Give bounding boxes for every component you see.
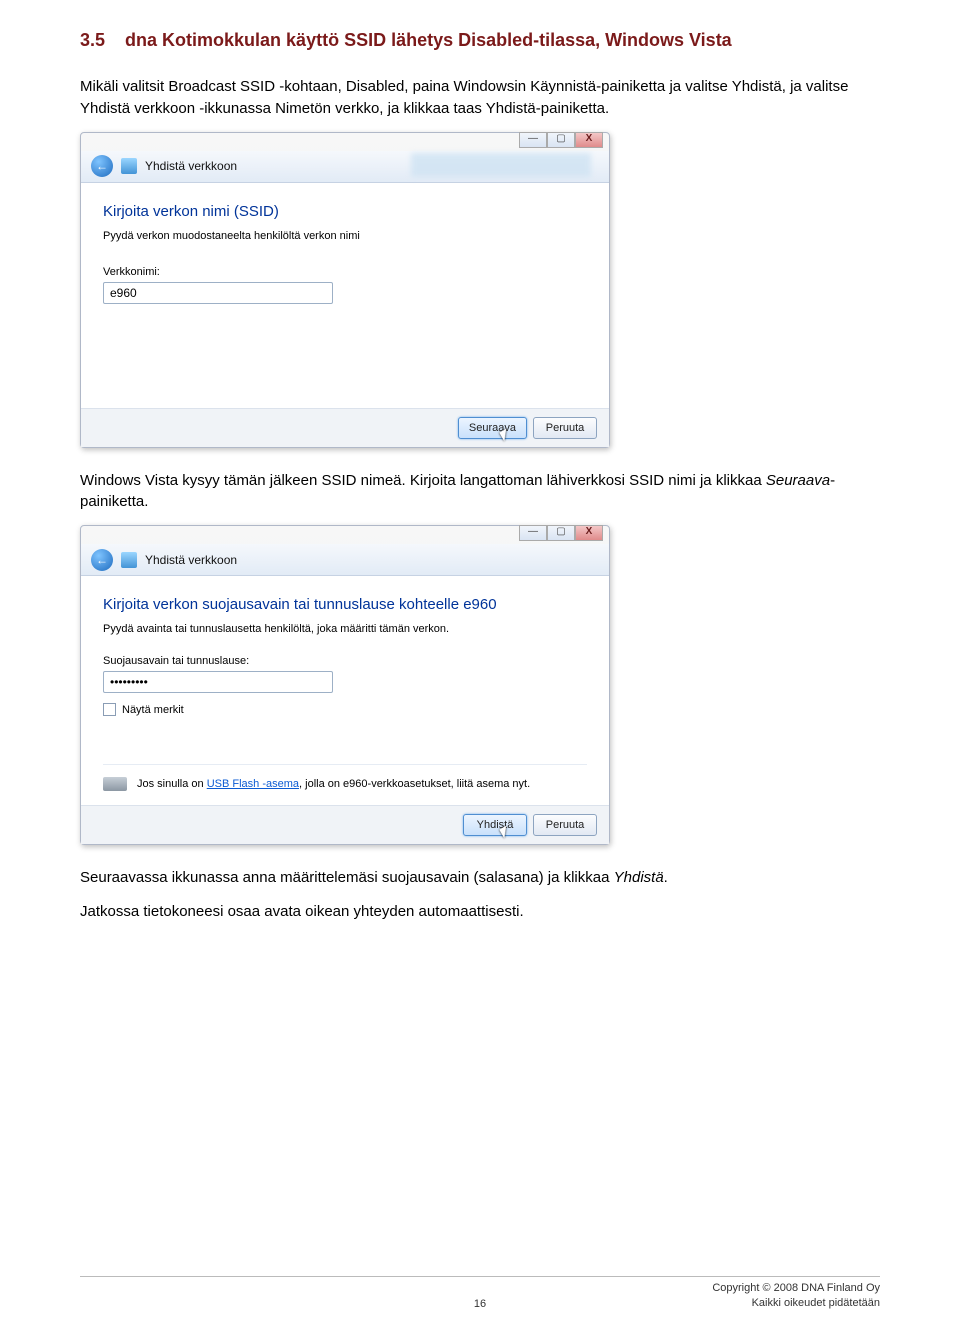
usb-text-b: , jolla on e960-verkkoasetukset, liitä a…: [299, 778, 530, 790]
p3-part-b: .: [664, 869, 668, 886]
ssid-input[interactable]: [103, 282, 333, 304]
dialog-body: Kirjoita verkon nimi (SSID) Pyydä verkon…: [81, 183, 609, 408]
next-button[interactable]: Seuraava: [458, 417, 527, 439]
dialog-body: Kirjoita verkon suojausavain tai tunnusl…: [81, 576, 609, 805]
p3-em: Yhdistä: [614, 869, 664, 886]
copyright-line: Copyright © 2008 DNA Finland Oy: [712, 1281, 880, 1295]
paragraph-4: Jatkossa tietokoneesi osaa avata oikean …: [80, 901, 880, 923]
rights-line: Kaikki oikeudet pidätetään: [712, 1296, 880, 1310]
p3-part-a: Seuraavassa ikkunassa anna määrittelemäs…: [80, 869, 614, 886]
wizard-nav: ← Yhdistä verkkoon: [81, 544, 609, 576]
paragraph-1: Mikäli valitsit Broadcast SSID -kohtaan,…: [80, 76, 880, 120]
network-wizard-icon: [121, 552, 137, 568]
key-label: Suojausavain tai tunnuslause:: [103, 655, 587, 667]
ssid-label: Verkkonimi:: [103, 266, 587, 278]
page-number: 16: [474, 1298, 486, 1310]
wizard-title: Yhdistä verkkoon: [145, 159, 237, 173]
background-blur: [411, 153, 591, 177]
section-title: dna Kotimokkulan käyttö SSID lähetys Dis…: [125, 30, 732, 51]
minimize-button[interactable]: —: [519, 525, 547, 541]
usb-hint-row: Jos sinulla on USB Flash -asema, jolla o…: [103, 764, 587, 791]
dialog-subtext: Pyydä verkon muodostaneelta henkilöltä v…: [103, 230, 587, 242]
close-button[interactable]: X: [575, 132, 603, 148]
dialog-footer: Yhdistä Peruuta: [81, 805, 609, 844]
cancel-button[interactable]: Peruuta: [533, 417, 597, 439]
p2-part-a: Windows Vista kysyy tämän jälkeen SSID n…: [80, 472, 766, 489]
cancel-button[interactable]: Peruuta: [533, 814, 597, 836]
key-input[interactable]: [103, 671, 333, 693]
section-heading: 3.5 dna Kotimokkulan käyttö SSID lähetys…: [80, 30, 880, 51]
usb-flash-icon: [103, 777, 127, 791]
minimize-button[interactable]: —: [519, 132, 547, 148]
usb-text-a: Jos sinulla on: [137, 778, 207, 790]
show-chars-checkbox[interactable]: [103, 703, 116, 716]
network-wizard-icon: [121, 158, 137, 174]
paragraph-2: Windows Vista kysyy tämän jälkeen SSID n…: [80, 470, 880, 514]
maximize-button[interactable]: ▢: [547, 525, 575, 541]
show-chars-row: Näytä merkit: [103, 703, 587, 716]
show-chars-label: Näytä merkit: [122, 704, 184, 716]
p2-em: Seuraava: [766, 472, 830, 489]
dialog-footer: Seuraava Peruuta: [81, 408, 609, 447]
paragraph-3: Seuraavassa ikkunassa anna määrittelemäs…: [80, 867, 880, 889]
wizard-title: Yhdistä verkkoon: [145, 553, 237, 567]
dialog-heading: Kirjoita verkon suojausavain tai tunnusl…: [103, 596, 587, 613]
window-controls: — ▢ X: [519, 525, 603, 541]
page-footer: 16 Copyright © 2008 DNA Finland Oy Kaikk…: [80, 1276, 880, 1310]
back-arrow-icon[interactable]: ←: [91, 155, 113, 177]
dialog-subtext: Pyydä avainta tai tunnuslausetta henkilö…: [103, 623, 587, 635]
dialog-security-key: — ▢ X ← Yhdistä verkkoon Kirjoita verkon…: [80, 525, 610, 845]
usb-flash-link[interactable]: USB Flash -asema: [207, 778, 299, 790]
section-number: 3.5: [80, 30, 105, 51]
close-button[interactable]: X: [575, 525, 603, 541]
maximize-button[interactable]: ▢: [547, 132, 575, 148]
back-arrow-icon[interactable]: ←: [91, 549, 113, 571]
connect-button[interactable]: Yhdistä: [463, 814, 527, 836]
dialog-ssid-name: — ▢ X ← Yhdistä verkkoon Kirjoita verkon…: [80, 132, 610, 448]
dialog-heading: Kirjoita verkon nimi (SSID): [103, 203, 587, 220]
window-controls: — ▢ X: [519, 132, 603, 148]
